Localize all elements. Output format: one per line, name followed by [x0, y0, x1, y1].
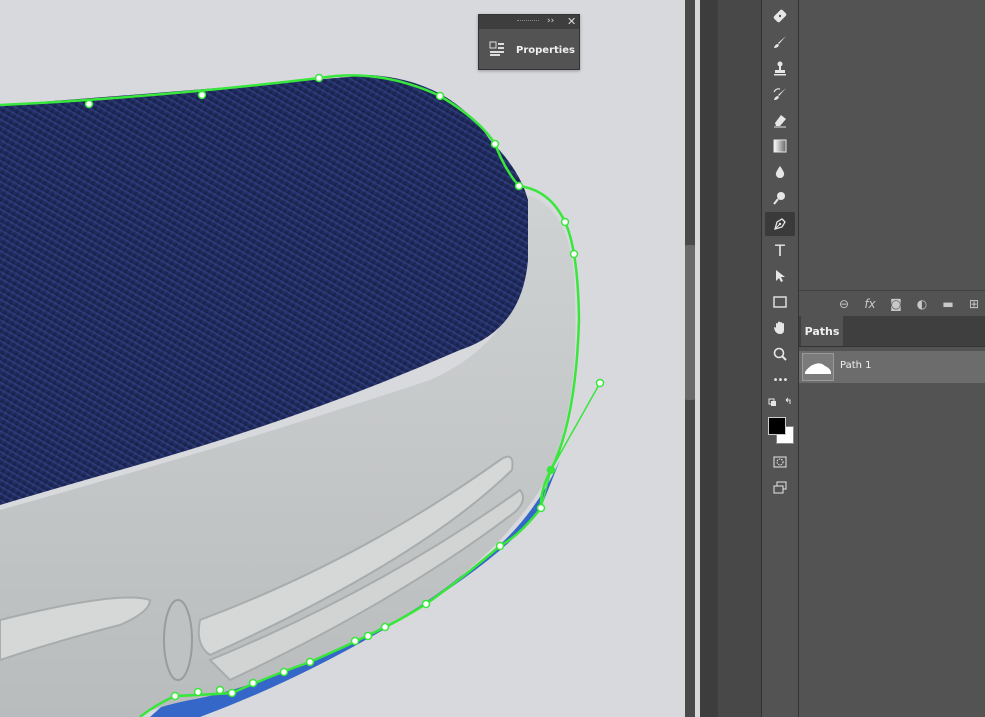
mask-icon[interactable]: ◙	[889, 297, 903, 311]
properties-label[interactable]: Properties	[516, 45, 575, 56]
paths-panel-tabs: Paths	[799, 316, 985, 347]
scrollbar-thumb[interactable]	[685, 245, 695, 400]
tools-panel: T •••	[761, 0, 799, 717]
path-thumbnail	[802, 353, 834, 381]
blur-icon[interactable]	[765, 160, 795, 184]
shoe-image	[0, 73, 605, 717]
panel-divider	[700, 0, 719, 717]
double-chevron-right-icon[interactable]: ››	[547, 16, 554, 26]
hand-icon[interactable]	[765, 316, 795, 340]
canvas-vertical-scrollbar[interactable]	[680, 0, 700, 717]
fx-icon[interactable]: fx	[863, 297, 877, 311]
foreground-color-swatch[interactable]	[768, 417, 786, 435]
clone-stamp-icon[interactable]	[765, 56, 795, 80]
properties-panel[interactable]: ›› ✕ Properties	[478, 14, 580, 70]
right-panel-dock: ⊖ fx ◙ ◐ ▬ ⊞ Paths Path 1	[799, 0, 985, 717]
pen-icon[interactable]	[765, 212, 795, 236]
grip-icon[interactable]	[517, 20, 539, 24]
paths-list: Path 1	[799, 347, 985, 717]
adjustment-icon[interactable]: ◐	[915, 297, 929, 311]
type-icon[interactable]: T	[765, 238, 795, 262]
gradient-icon[interactable]	[765, 134, 795, 158]
swap-colors-icon[interactable]	[765, 396, 795, 410]
close-icon[interactable]: ✕	[567, 15, 576, 28]
eraser-icon[interactable]	[765, 108, 795, 132]
color-swatches[interactable]	[765, 414, 795, 446]
upper-panel	[799, 0, 985, 290]
quick-mask-icon[interactable]	[765, 450, 795, 474]
path-selection-icon[interactable]	[765, 264, 795, 288]
folder-icon[interactable]: ▬	[941, 297, 955, 311]
panel-gutter	[718, 0, 761, 717]
history-brush-icon[interactable]	[765, 82, 795, 106]
path-item-path-1[interactable]: Path 1	[799, 351, 985, 383]
new-layer-icon[interactable]: ⊞	[967, 297, 981, 311]
more-tools-icon[interactable]: •••	[765, 368, 795, 392]
healing-brush-icon[interactable]	[765, 4, 795, 28]
dodge-icon[interactable]	[765, 186, 795, 210]
link-icon[interactable]: ⊖	[837, 297, 851, 311]
rectangle-icon[interactable]	[765, 290, 795, 314]
tab-paths[interactable]: Paths	[801, 316, 843, 346]
zoom-icon[interactable]	[765, 342, 795, 366]
path-name: Path 1	[840, 360, 872, 371]
properties-panel-header[interactable]: ›› ✕	[479, 15, 579, 29]
panel-footer-icons: ⊖ fx ◙ ◐ ▬ ⊞	[799, 290, 985, 316]
brush-icon[interactable]	[765, 30, 795, 54]
screen-mode-icon[interactable]	[765, 476, 795, 500]
document-canvas[interactable]: ›› ✕ Properties	[0, 0, 680, 717]
